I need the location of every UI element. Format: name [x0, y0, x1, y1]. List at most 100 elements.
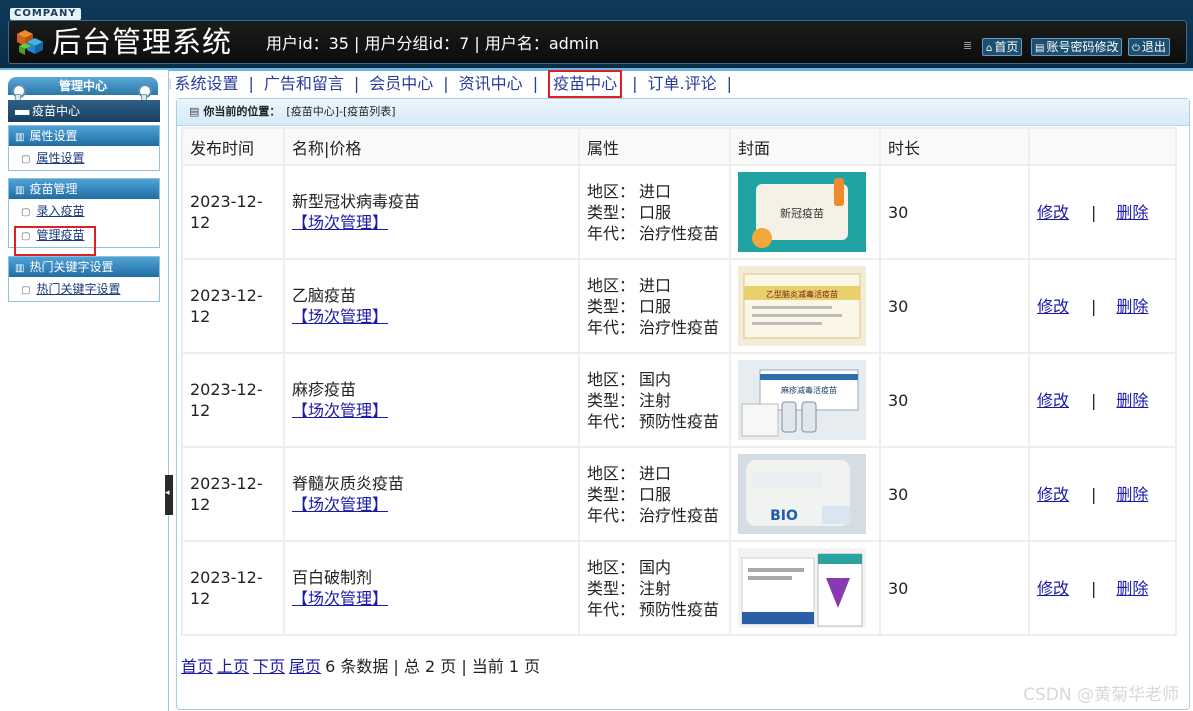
- cover-text: 麻疹减毒活疫苗: [781, 385, 837, 395]
- window-icon: ▤: [189, 105, 200, 118]
- duration-cell: 30: [881, 354, 1028, 446]
- action-separator: |: [1091, 390, 1097, 410]
- sidebar-item-attributes[interactable]: ▢ 属性设置: [9, 146, 159, 170]
- publish-date: 2023-12-12: [190, 380, 263, 420]
- chevron-left-icon: ◂: [165, 488, 170, 498]
- name-cell: 脊髓灰质炎疫苗 【场次管理】: [285, 448, 578, 540]
- attr-region: 地区： 国内: [587, 557, 672, 577]
- cover-cell: 乙型脑炎减毒活疫苗: [731, 260, 879, 352]
- schedule-manage-link[interactable]: 【场次管理】: [292, 213, 388, 232]
- app-title: 后台管理系统: [52, 25, 233, 59]
- name-cell: 麻疹疫苗 【场次管理】: [285, 354, 578, 446]
- attr-era: 年代： 治疗性疫苗: [587, 317, 720, 337]
- cover-image: 麻疹减毒活疫苗: [738, 360, 866, 440]
- edit-link[interactable]: 修改: [1037, 579, 1069, 598]
- duration-cell: 30: [881, 542, 1028, 634]
- vaccine-name: 百白破制剂: [292, 568, 373, 587]
- edit-link[interactable]: 修改: [1037, 391, 1069, 410]
- name-cell: 乙脑疫苗【场次管理】: [285, 260, 578, 352]
- sidebar-item-keywords[interactable]: ▢ 热门关键字设置: [9, 277, 159, 301]
- schedule-manage-link[interactable]: 【场次管理】: [292, 495, 388, 514]
- actions-cell: 修改 | 删除: [1030, 166, 1175, 258]
- grip-icon: ≣: [963, 39, 973, 52]
- schedule-manage-link[interactable]: 【场次管理】: [292, 401, 388, 420]
- column-header: 属性: [580, 129, 729, 164]
- document-icon: ▢: [21, 154, 31, 165]
- duration-cell: 30: [881, 166, 1028, 258]
- publish-date-cell: 2023-12-12: [183, 260, 283, 352]
- attributes-cell: 地区： 进口 类型： 口服 年代： 治疗性疫苗: [580, 448, 729, 540]
- column-header: 发布时间: [183, 129, 283, 164]
- book-icon: ▥: [15, 185, 25, 196]
- edit-link[interactable]: 修改: [1037, 297, 1069, 316]
- delete-link[interactable]: 删除: [1116, 391, 1148, 410]
- delete-link[interactable]: 删除: [1116, 297, 1148, 316]
- actions-cell: 修改 | 删除: [1030, 448, 1175, 540]
- tab-ads-messages[interactable]: 广告和留言: [264, 74, 344, 93]
- duration: 30: [888, 578, 909, 598]
- main-panel: ▤ 你当前的位置： [疫苗中心]-[疫苗列表] 发布时间 名称|价格 属性 封面 时…: [176, 98, 1190, 710]
- table-row: 2023-12-12 百白破制剂 【场次管理】 地区： 国内 类型： 注射 年代： 预防性疫苗 3…: [183, 542, 1175, 634]
- company-badge: COMPANY: [10, 8, 81, 20]
- delete-link[interactable]: 删除: [1116, 485, 1148, 504]
- tab-news[interactable]: 资讯中心: [459, 74, 523, 93]
- logout-button[interactable]: ⏻ 退出: [1128, 38, 1170, 56]
- last-page-link[interactable]: 尾页: [289, 657, 321, 676]
- cover-image: [738, 548, 866, 628]
- collapse-sidebar-handle[interactable]: ◂: [165, 475, 173, 515]
- home-icon: ⌂: [986, 43, 993, 54]
- tab-orders-comments[interactable]: 订单.评论: [647, 74, 716, 93]
- duration: 30: [888, 202, 909, 222]
- sidebar-group-header[interactable]: ▥ 疫苗管理: [9, 179, 159, 199]
- sidebar-group-keywords: ▥ 热门关键字设置 ▢ 热门关键字设置: [8, 256, 160, 302]
- publish-date: 2023-12-12: [190, 192, 263, 232]
- attr-type: 类型： 口服: [587, 202, 672, 222]
- cover-image: BIO: [738, 454, 866, 534]
- sidebar-group-header[interactable]: ▥ 热门关键字设置: [9, 257, 159, 277]
- delete-link[interactable]: 删除: [1116, 203, 1148, 222]
- edit-link[interactable]: 修改: [1037, 485, 1069, 504]
- vaccine-name: 乙脑疫苗: [292, 286, 357, 305]
- attributes-cell: 地区： 国内 类型： 注射 年代： 预防性疫苗: [580, 354, 729, 446]
- grip-icon: ⁞: [168, 77, 173, 93]
- home-button[interactable]: ⌂ 首页: [982, 38, 1023, 56]
- duration: 30: [888, 484, 909, 504]
- top-nav: ⁞ 系统设置 | 广告和留言 | 会员中心 | 资讯中心 | 疫苗中心 | 订单.评论 |: [168, 70, 1193, 98]
- first-page-link[interactable]: 首页: [181, 657, 213, 676]
- schedule-manage-link[interactable]: 【场次管理】: [292, 307, 388, 326]
- attr-type: 类型： 注射: [587, 390, 672, 410]
- publish-date-cell: 2023-12-12: [183, 542, 283, 634]
- publish-date-cell: 2023-12-12: [183, 448, 283, 540]
- table-row: 2023-12-12 乙脑疫苗 【场次管理】 地区： 进口 类型： 口服 年代： 治疗性疫苗 乙型…: [183, 260, 1175, 352]
- tab-vaccine-center[interactable]: 疫苗中心: [548, 70, 623, 98]
- cover-cell: 新冠疫苗: [731, 166, 879, 258]
- action-separator: |: [1091, 578, 1097, 598]
- column-header: 封面: [731, 129, 879, 164]
- sidebar-tab[interactable]: 管理中心: [8, 77, 158, 95]
- attributes-cell: 地区： 进口 类型： 口服 年代： 治疗性疫苗: [580, 260, 729, 352]
- cover-text: 新冠疫苗: [780, 206, 824, 220]
- actions-cell: 修改 | 删除: [1030, 354, 1175, 446]
- schedule-manage-link[interactable]: 【场次管理】: [292, 589, 388, 608]
- column-header: 名称|价格: [285, 129, 578, 164]
- sidebar-group-header[interactable]: ▥ 属性设置: [9, 126, 159, 146]
- edit-link[interactable]: 修改: [1037, 203, 1069, 222]
- prev-page-link[interactable]: 上页: [217, 657, 249, 676]
- delete-link[interactable]: 删除: [1116, 579, 1148, 598]
- actions-cell: 修改 | 删除: [1030, 260, 1175, 352]
- actions-cell: 修改 | 删除: [1030, 542, 1175, 634]
- pagination: 首页 上页 下页 尾页 6 条数据 | 总 2 页 | 当前 1 页: [181, 655, 540, 679]
- table-row: 2023-12-12 新型冠状病毒疫苗 【场次管理】 地区： 进口 类型： 口服 年代： 治疗性…: [183, 166, 1175, 258]
- app-header: COMPANY 后台管理系统 用户id：35 | 用户分组id：7 | 用户名：…: [0, 0, 1193, 71]
- change-password-button[interactable]: ▤ 账号密码修改: [1031, 38, 1123, 56]
- publish-date: 2023-12-12: [190, 568, 263, 608]
- action-separator: |: [1091, 202, 1097, 222]
- cover-text: BIO: [770, 508, 798, 524]
- tab-system-settings[interactable]: 系统设置: [174, 74, 238, 93]
- column-header: [1030, 129, 1175, 164]
- tab-members[interactable]: 会员中心: [369, 74, 433, 93]
- next-page-link[interactable]: 下页: [253, 657, 285, 676]
- cover-text: 乙型脑炎减毒活疫苗: [766, 289, 838, 299]
- sidebar-item-add-vaccine[interactable]: ▢ 录入疫苗: [9, 199, 159, 223]
- power-icon: ⏻: [1132, 43, 1140, 54]
